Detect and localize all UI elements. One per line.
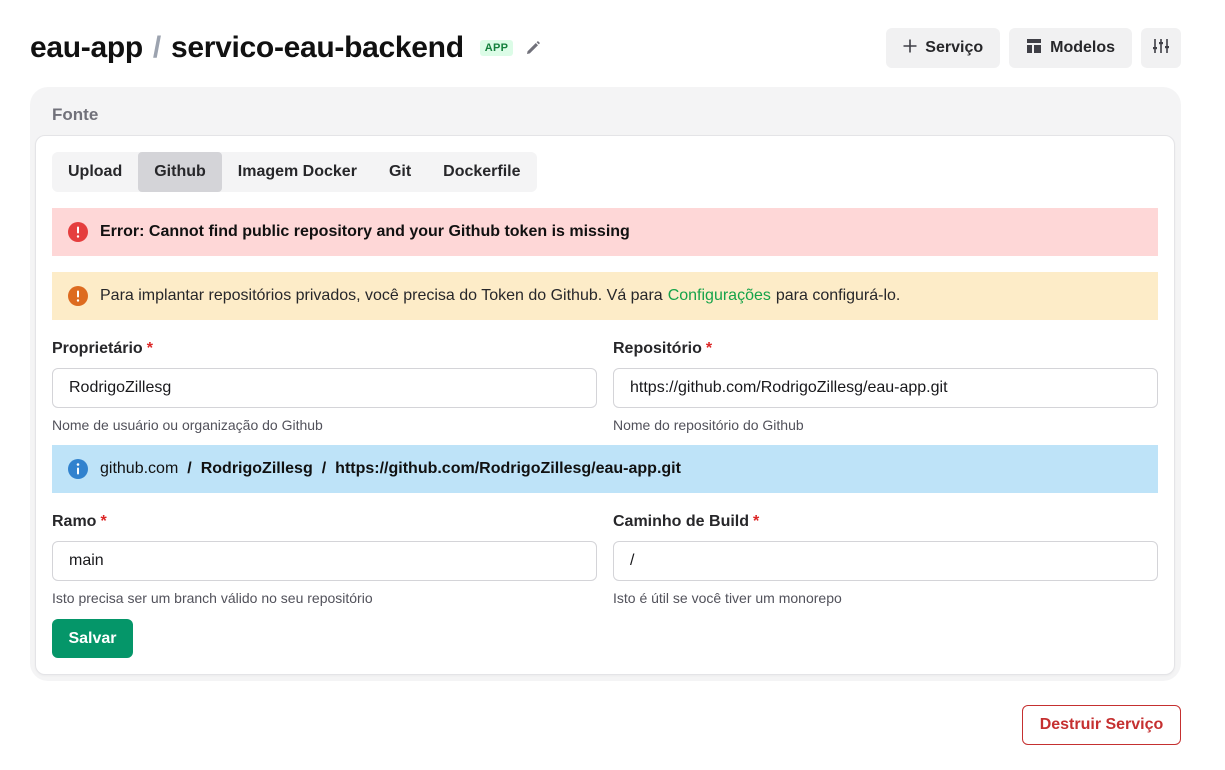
info-separator: / — [187, 460, 192, 477]
source-title: Fonte — [52, 105, 99, 124]
info-host: github.com — [100, 460, 179, 477]
add-service-label: Serviço — [925, 39, 984, 56]
settings-link[interactable]: Configurações — [668, 287, 771, 305]
branch-label: Ramo * — [52, 513, 107, 530]
repository-help: Nome do repositório do Github — [613, 417, 804, 433]
app-badge: APP — [479, 40, 514, 56]
source-card: Upload Github Imagem Docker Git Dockerfi… — [35, 135, 1175, 675]
service-name: servico-eau-backend — [170, 31, 464, 64]
owner-field: Proprietário* Nome de usuário ou organiz… — [52, 340, 597, 433]
build-path-input[interactable] — [613, 541, 1158, 581]
tab-upload[interactable]: Upload — [52, 152, 138, 192]
repository-input[interactable] — [613, 368, 1158, 408]
warning-alert: Para implantar repositórios privados, vo… — [52, 272, 1158, 320]
info-separator-2: / — [321, 460, 327, 477]
page-header: eau-app / servico-eau-backend APP Serviç… — [30, 28, 1181, 68]
sliders-icon — [1152, 37, 1170, 60]
info-repo: https://github.com/RodrigoZillesg/eau-ap… — [335, 460, 681, 477]
add-service-button[interactable]: Serviço — [886, 28, 1001, 68]
error-text: Error: Cannot find public repository and… — [100, 223, 630, 240]
models-button[interactable]: Modelos — [1009, 28, 1132, 68]
error-circle-icon — [68, 222, 88, 242]
branch-field: Ramo* Isto precisa ser um branch válido … — [52, 513, 597, 606]
branch-help: Isto precisa ser um branch válido no seu… — [52, 590, 373, 606]
branch-input[interactable] — [52, 541, 597, 581]
repository-label: Repositório * — [613, 340, 713, 357]
owner-help: Nome de usuário ou organização do Github — [52, 417, 323, 433]
info-owner: RodrigoZillesg — [200, 460, 313, 477]
tab-dockerfile[interactable]: Dockerfile — [427, 152, 536, 192]
page-title: eau-app / servico-eau-backend — [30, 31, 464, 65]
warning-circle-icon — [68, 286, 88, 306]
build-path-label: Caminho de Build * — [613, 513, 760, 530]
owner-input[interactable] — [52, 368, 597, 408]
breadcrumb-separator: / — [152, 31, 161, 64]
pencil-icon[interactable] — [525, 40, 541, 56]
project-name[interactable]: eau-app — [30, 31, 143, 65]
save-button[interactable]: Salvar — [52, 619, 133, 658]
warning-text: Para implantar repositórios privados, vo… — [100, 287, 663, 304]
info-circle-icon — [68, 459, 88, 479]
warning-suffix: para configurá-lo. — [775, 287, 901, 304]
models-label: Modelos — [1050, 39, 1115, 56]
source-tabs: Upload Github Imagem Docker Git Dockerfi… — [52, 152, 537, 192]
source-panel: Fonte Upload Github Imagem Docker Git Do… — [30, 87, 1181, 681]
build-path-field: Caminho de Build* Isto é útil se você ti… — [613, 513, 1158, 606]
repository-field: Repositório* Nome do repositório do Gith… — [613, 340, 1158, 433]
tab-git[interactable]: Git — [373, 152, 427, 192]
owner-label: Proprietário * — [52, 340, 153, 357]
build-path-help: Isto é útil se você tiver um monorepo — [613, 590, 842, 606]
layout-icon — [1026, 38, 1042, 59]
settings-button[interactable] — [1141, 28, 1181, 68]
tab-docker-image[interactable]: Imagem Docker — [222, 152, 373, 192]
plus-icon — [903, 39, 917, 58]
destroy-service-button[interactable]: Destruir Serviço — [1022, 705, 1181, 745]
tab-github[interactable]: Github — [138, 152, 222, 192]
header-actions: Serviço Modelos — [886, 28, 1181, 68]
error-alert: Error: Cannot find public repository and… — [52, 208, 1158, 256]
info-alert: github.com / RodrigoZillesg / https://gi… — [52, 445, 1158, 493]
